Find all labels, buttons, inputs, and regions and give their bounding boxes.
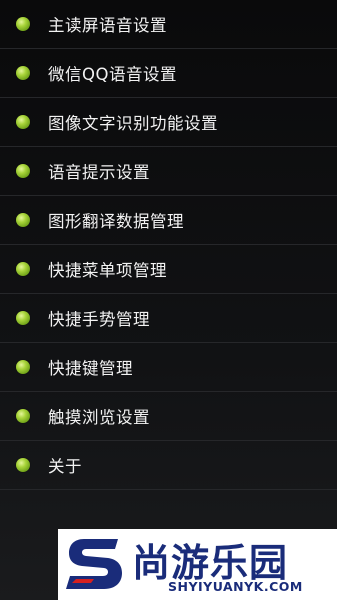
settings-menu-list: 主读屏语音设置 微信QQ语音设置 图像文字识别功能设置 语音提示设置 图形翻译数…	[0, 0, 337, 490]
menu-item-shortcut-menu-items[interactable]: 快捷菜单项管理	[0, 245, 337, 294]
menu-item-wechat-qq-voice[interactable]: 微信QQ语音设置	[0, 49, 337, 98]
menu-item-label: 快捷手势管理	[48, 310, 150, 329]
green-bullet-icon	[16, 458, 30, 472]
green-bullet-icon	[16, 409, 30, 423]
menu-item-about[interactable]: 关于	[0, 441, 337, 490]
green-bullet-icon	[16, 213, 30, 227]
green-bullet-icon	[16, 262, 30, 276]
menu-item-label: 图形翻译数据管理	[48, 212, 184, 231]
settings-screen: 主读屏语音设置 微信QQ语音设置 图像文字识别功能设置 语音提示设置 图形翻译数…	[0, 0, 337, 600]
menu-item-shortcut-gestures[interactable]: 快捷手势管理	[0, 294, 337, 343]
menu-item-label: 微信QQ语音设置	[48, 65, 177, 84]
menu-item-main-screen-reader-voice[interactable]: 主读屏语音设置	[0, 0, 337, 49]
menu-item-label: 主读屏语音设置	[48, 16, 167, 35]
menu-item-label: 语音提示设置	[48, 163, 150, 182]
green-bullet-icon	[16, 164, 30, 178]
menu-item-image-text-recognition[interactable]: 图像文字识别功能设置	[0, 98, 337, 147]
menu-item-label: 快捷菜单项管理	[48, 261, 167, 280]
menu-item-label: 图像文字识别功能设置	[48, 114, 218, 133]
menu-item-label: 关于	[48, 457, 82, 476]
menu-item-voice-prompt[interactable]: 语音提示设置	[0, 147, 337, 196]
s-logo-icon	[66, 539, 122, 589]
watermark-subtitle: SHYIYUANYK.COM	[168, 579, 303, 594]
green-bullet-icon	[16, 360, 30, 374]
menu-item-label: 快捷键管理	[48, 359, 133, 378]
green-bullet-icon	[16, 17, 30, 31]
menu-item-touch-browse[interactable]: 触摸浏览设置	[0, 392, 337, 441]
green-bullet-icon	[16, 66, 30, 80]
watermark-banner: 尚游乐园 SHYIYUANYK.COM	[58, 529, 337, 600]
green-bullet-icon	[16, 115, 30, 129]
green-bullet-icon	[16, 311, 30, 325]
menu-item-label: 触摸浏览设置	[48, 408, 150, 427]
menu-item-graphic-translation-data[interactable]: 图形翻译数据管理	[0, 196, 337, 245]
menu-item-shortcut-keys[interactable]: 快捷键管理	[0, 343, 337, 392]
